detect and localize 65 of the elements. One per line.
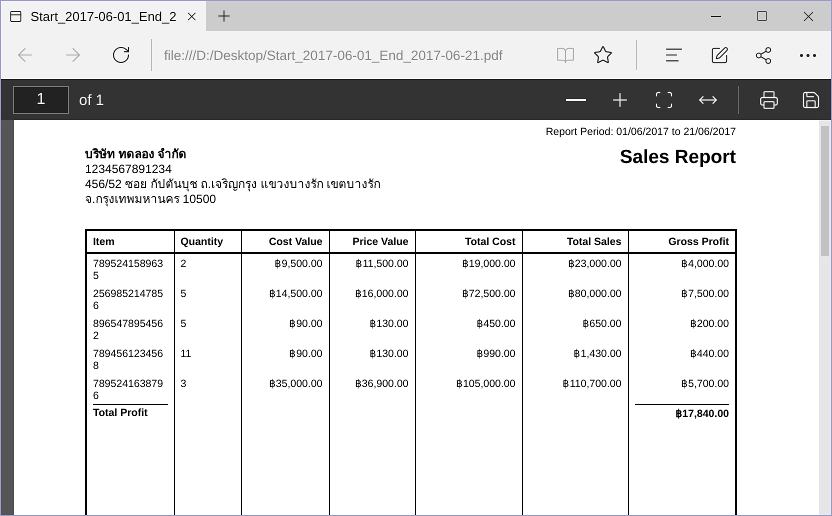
- report-title: Sales Report: [620, 147, 736, 169]
- table-cell: 3: [180, 378, 186, 390]
- table-cell: ฿130.00: [369, 318, 408, 330]
- table-cell: 7895241589635: [93, 258, 164, 282]
- corners-icon: [654, 90, 674, 110]
- maximize-icon: [756, 10, 768, 22]
- table-cell: ฿35,000.00: [268, 378, 322, 390]
- column-header: Total Cost: [415, 230, 522, 253]
- book-icon: [556, 46, 574, 64]
- table-cell: ฿110,700.00: [562, 378, 622, 390]
- table-cell: ฿440.00: [690, 348, 729, 360]
- more-icon: [800, 54, 816, 56]
- column-header: Quantity: [174, 230, 241, 253]
- table-cell: 2: [180, 258, 186, 270]
- table-cell: ฿450.00: [476, 318, 516, 330]
- refresh-icon: [111, 45, 131, 65]
- company-detail: 456/52 ซอย กัปตันบุช ถ.เจริญกรุง แขวงบางรัก เขตบางรัก: [85, 177, 381, 192]
- table-cell: ฿72,500.00: [462, 288, 516, 300]
- table-cell: ฿7,500.00: [681, 288, 729, 300]
- browser-tab[interactable]: Start_2017-06-01_End_2: [1, 1, 206, 31]
- printer-icon: [759, 90, 779, 110]
- table-cell: ฿4,000.00: [681, 258, 729, 270]
- table-cell: 7894561234568: [93, 348, 164, 372]
- table-cell: ฿200.00: [690, 318, 729, 330]
- star-icon: [593, 45, 613, 65]
- table-cell: 11: [180, 348, 192, 360]
- table-cell: ฿9,500.00: [274, 258, 322, 270]
- table-cell: ฿1,430.00: [574, 348, 622, 360]
- table-cell: 2569852147856: [93, 288, 164, 312]
- table-cell: ฿5,700.00: [681, 378, 729, 390]
- table-cell: ฿90.00: [289, 348, 322, 360]
- table-cell: 5: [180, 318, 186, 330]
- column-header: Total Sales: [522, 230, 628, 253]
- table-cell: ฿11,500.00: [356, 258, 408, 270]
- table-cell: ฿130.00: [369, 348, 408, 360]
- report-period: Report Period: 01/06/2017 to 21/06/2017: [544, 126, 736, 138]
- table-cell: ฿90.00: [289, 318, 322, 330]
- total-value: ฿17,840.00: [634, 404, 729, 420]
- page-number-field[interactable]: 1: [13, 86, 69, 114]
- scrollbar-thumb[interactable]: [821, 126, 829, 256]
- page-total: of 1: [79, 92, 104, 108]
- column-header: Item: [86, 230, 174, 253]
- table-cell: 8965478954562: [93, 318, 164, 342]
- window-icon: [9, 8, 22, 24]
- pen-icon: [710, 46, 728, 64]
- table-cell: ฿16,000.00: [354, 288, 408, 300]
- table-cell: 7895241638796: [93, 378, 164, 402]
- table-cell: ฿19,000.00: [462, 258, 516, 270]
- column-header: Cost Value: [241, 230, 329, 253]
- table-cell: ฿650.00: [582, 318, 622, 330]
- minus-icon: [566, 99, 586, 101]
- table-cell: ฿105,000.00: [456, 378, 516, 390]
- company-detail: 1234567891234: [85, 162, 173, 177]
- table-cell: ฿36,900.00: [354, 378, 408, 390]
- table-cell: ฿80,000.00: [568, 288, 622, 300]
- column-header: Price Value: [329, 230, 415, 253]
- tab-title: Start_2017-06-01_End_2: [30, 8, 176, 24]
- table-cell: ฿23,000.00: [568, 258, 622, 270]
- total-label: Total Profit: [93, 404, 168, 419]
- table-cell: 5: [180, 288, 186, 300]
- company-name: บริษัท ทดลอง จำกัด: [85, 147, 188, 162]
- table-cell: ฿14,500.00: [268, 288, 322, 300]
- company-detail: จ.กรุงเทพมหานคร 10500: [85, 192, 218, 207]
- table-cell: ฿990.00: [476, 348, 516, 360]
- share-icon: [754, 46, 772, 64]
